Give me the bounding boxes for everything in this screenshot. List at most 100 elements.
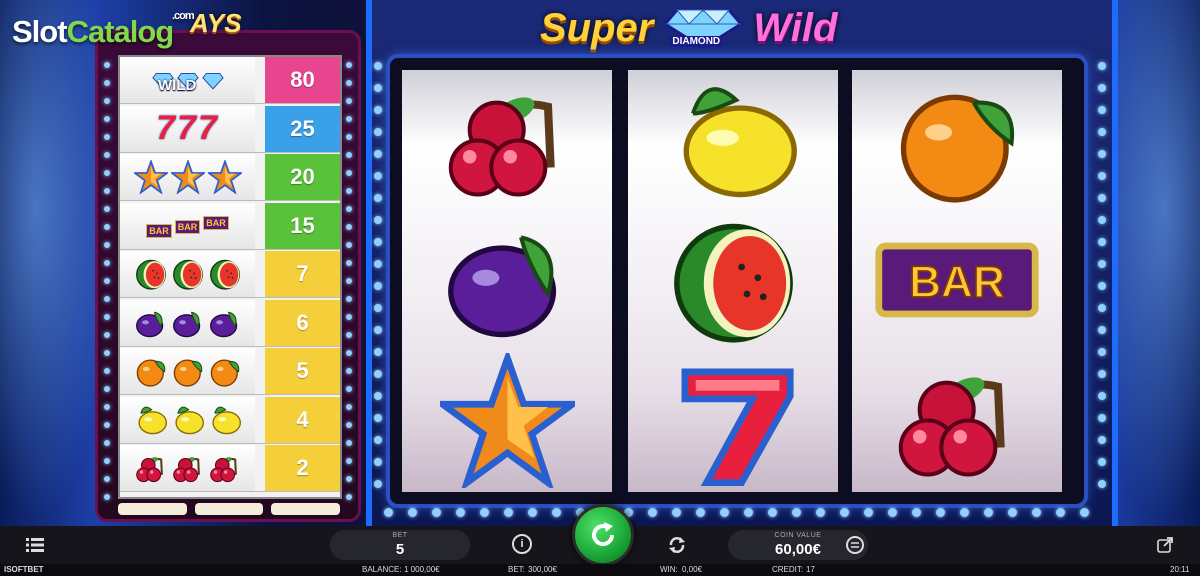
credit-value: 17	[806, 565, 815, 574]
star-icon	[133, 160, 168, 194]
orange-icon	[173, 359, 202, 387]
star-icon	[207, 160, 242, 194]
cherry-icon	[172, 457, 200, 483]
win-label: WIN:	[660, 565, 678, 574]
lamp-light	[936, 508, 945, 517]
reel-cell-seven	[628, 350, 838, 490]
lamp-light	[104, 134, 110, 140]
paytable: WILD 80 777 25 20 BAR BAR BAR 15 7 6 5 4 2	[118, 55, 342, 499]
lamp-light	[346, 134, 352, 140]
lamp-light	[744, 508, 753, 517]
lamp-light	[346, 296, 352, 302]
lamp-light	[1098, 326, 1106, 334]
lamp-light	[374, 260, 382, 268]
lamp-light	[374, 370, 382, 378]
lamp-light	[104, 116, 110, 122]
reel-3: BAR	[852, 70, 1062, 492]
lamp-light	[408, 508, 417, 517]
paytable-row: 2	[120, 445, 340, 492]
menu-icon	[26, 538, 44, 552]
paytable-row: WILD 80	[120, 57, 340, 104]
lamp-light	[346, 242, 352, 248]
lamp-light	[346, 62, 352, 68]
spin-icon	[592, 522, 615, 547]
total-bet-value: 300,00€	[528, 565, 557, 574]
external-link-icon	[1157, 537, 1173, 553]
lamp-light	[346, 80, 352, 86]
fullscreen-button[interactable]	[1154, 534, 1176, 556]
menu-button[interactable]	[24, 534, 46, 556]
lamp-light	[104, 386, 110, 392]
lamp-light	[960, 508, 969, 517]
lamp-light	[346, 170, 352, 176]
paytable-payout: 5	[265, 348, 340, 394]
lamp-light	[104, 476, 110, 482]
lamp-light	[346, 152, 352, 158]
plum-icon	[209, 311, 237, 337]
lamp-light	[346, 458, 352, 464]
lamp-light	[374, 480, 382, 488]
lamp-light	[864, 508, 873, 517]
paytable-bar-label: BAR	[146, 223, 172, 238]
lamp-light	[1098, 436, 1106, 444]
bet-selector[interactable]: BET 5	[330, 530, 470, 560]
paytable-payout: 80	[265, 57, 340, 103]
reel-lamps-right	[1098, 62, 1106, 502]
lamp-light	[374, 106, 382, 114]
lamp-light	[1098, 370, 1106, 378]
status-bar: ISOFTBET BALANCE: 1 000,00€ BET: 300,00€…	[0, 564, 1200, 576]
diamond-wild-icon	[201, 72, 224, 90]
coins-icon	[846, 536, 864, 554]
lamp-light	[1098, 304, 1106, 312]
coins-button[interactable]	[844, 534, 866, 556]
plum-icon	[135, 311, 163, 337]
lamp-light	[1098, 216, 1106, 224]
lamp-light	[1098, 260, 1106, 268]
reel-cell-plum	[402, 210, 612, 350]
autoplay-button[interactable]	[666, 534, 688, 556]
lamp-light	[104, 494, 110, 500]
paytable-row: 20	[120, 154, 340, 201]
reel-2	[628, 70, 838, 492]
lamp-light	[104, 404, 110, 410]
orange-icon	[136, 359, 165, 387]
spin-button[interactable]	[572, 504, 634, 566]
paytable-row: BAR BAR BAR 15	[120, 202, 340, 250]
lamp-light	[104, 188, 110, 194]
lamp-light	[768, 508, 777, 517]
lamp-light	[346, 368, 352, 374]
paytable-symbols	[120, 348, 255, 394]
paytable-payout: 7	[265, 251, 340, 297]
reel-lamps-left	[374, 62, 382, 502]
reel-cell-orange	[852, 70, 1062, 210]
watermark-part2: Catalog	[66, 14, 175, 49]
lamp-light	[346, 494, 352, 500]
clock: 20:11	[1170, 565, 1190, 574]
lamp-light	[104, 170, 110, 176]
lamp-light	[1032, 508, 1041, 517]
lamp-light	[374, 326, 382, 334]
paytable-symbols	[120, 445, 255, 491]
lamp-light	[346, 224, 352, 230]
lamp-light	[1098, 392, 1106, 400]
star-icon	[170, 160, 205, 194]
info-button[interactable]: i	[512, 534, 532, 554]
watermark-part1: Slot	[12, 14, 68, 49]
paytable-row: 777 25	[120, 105, 340, 153]
lamp-light	[1098, 172, 1106, 180]
lamp-light	[104, 98, 110, 104]
lamp-light	[104, 62, 110, 68]
plum-icon	[172, 311, 200, 337]
title-wild: Wild	[753, 5, 838, 50]
reel-cell-bar: BAR	[852, 210, 1062, 350]
watermark-suffix: .com	[172, 10, 195, 22]
autoplay-icon	[669, 537, 685, 553]
paytable-symbols: 777	[120, 105, 255, 152]
lamp-light	[504, 508, 513, 517]
lamp-light	[672, 508, 681, 517]
lamp-light	[528, 508, 537, 517]
lamp-light	[1098, 62, 1106, 70]
lamp-light	[104, 458, 110, 464]
paytable-payout: 25	[265, 105, 340, 152]
paytable-wild-label: WILD	[158, 77, 197, 94]
